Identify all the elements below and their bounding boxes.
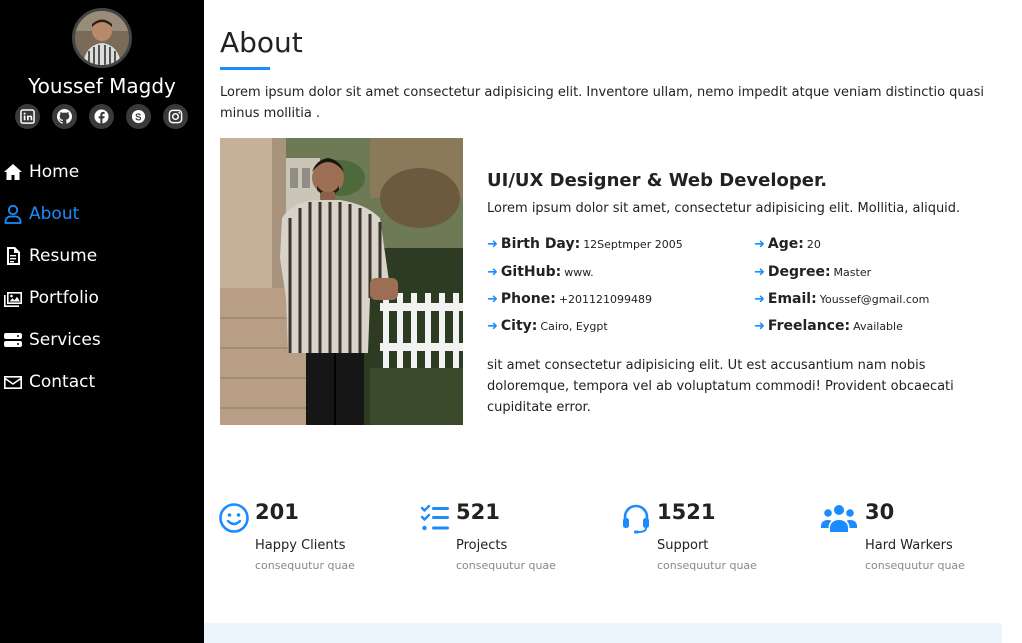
envelope-icon — [4, 376, 22, 389]
stat-label: Hard Warkers — [865, 538, 953, 553]
list-check-icon — [419, 502, 451, 534]
linkedin-icon[interactable] — [15, 104, 40, 129]
skype-icon[interactable] — [126, 104, 151, 129]
next-section-band — [204, 623, 1002, 643]
facebook-icon[interactable] — [89, 104, 114, 129]
github-icon[interactable] — [52, 104, 77, 129]
stat-number: 1521 — [657, 500, 716, 524]
chevron-right-icon: ➜ — [487, 292, 498, 307]
nav-item-services[interactable]: Services — [3, 319, 203, 361]
fact-label: Phone: — [500, 291, 556, 307]
stat-label: Happy Clients — [255, 538, 346, 553]
nav-item-resume[interactable]: Resume — [3, 235, 203, 277]
fact-value: Cairo, Eygpt — [540, 320, 608, 333]
fact-degree: ➜ Degree: Master — [754, 264, 871, 280]
sidebar: Youssef Magdy Home About Resume Portfoli… — [0, 0, 204, 643]
fact-value[interactable]: Youssef@gmail.com — [820, 293, 930, 306]
fact-label: GitHub: — [500, 264, 562, 280]
nav-item-about[interactable]: About — [3, 193, 203, 235]
nav-label: Home — [29, 162, 80, 182]
user-name: Youssef Magdy — [28, 74, 176, 98]
fact-label: Email: — [767, 291, 817, 307]
nav-label: Contact — [29, 372, 96, 392]
smile-icon — [218, 502, 250, 534]
stat-subtitle: consequutur quae — [456, 559, 556, 572]
fact-phone: ➜ Phone: +201121099489 — [487, 291, 652, 307]
fact-value: 20 — [806, 238, 821, 251]
about-section: About Lorem ipsum dolor sit amet consect… — [204, 0, 1022, 643]
chevron-right-icon: ➜ — [487, 319, 498, 334]
fact-freelance: ➜ Freelance: Available — [754, 318, 903, 334]
profile-photo — [220, 138, 463, 425]
chevron-right-icon: ➜ — [754, 292, 765, 307]
nav-item-home[interactable]: Home — [3, 151, 203, 193]
headset-icon — [620, 502, 652, 534]
fact-email: ➜ Email: Youssef@gmail.com — [754, 291, 929, 307]
nav-label: Resume — [29, 246, 98, 266]
fact-value: Available — [853, 320, 903, 333]
fact-value[interactable]: www. — [564, 266, 593, 279]
avatar — [72, 8, 132, 68]
stat-support: 1521 Support consequutur quae — [620, 498, 810, 588]
stat-number: 201 — [255, 500, 299, 524]
stat-hard-workers: 30 Hard Warkers consequutur quae — [821, 498, 1011, 588]
stat-happy-clients: 201 Happy Clients consequutur quae — [218, 498, 408, 588]
fact-age: ➜ Age: 20 — [754, 236, 821, 252]
fact-github: ➜ GitHub: www. — [487, 264, 594, 280]
chevron-right-icon: ➜ — [754, 319, 765, 334]
nav-item-portfolio[interactable]: Portfolio — [3, 277, 203, 319]
stat-number: 30 — [865, 500, 895, 524]
stats-row: 201 Happy Clients consequutur quae 521 P… — [218, 498, 1018, 588]
outro-text: sit amet consectetur adipisicing elit. U… — [487, 358, 954, 415]
nav-menu: Home About Resume Portfolio Services Con… — [3, 151, 203, 403]
stat-subtitle: consequutur quae — [865, 559, 965, 572]
server-icon — [4, 333, 22, 347]
stat-label: Support — [657, 538, 709, 553]
page-title: About — [220, 26, 303, 59]
fact-birthday: ➜ Birth Day: 12Septmper 2005 — [487, 236, 683, 252]
stat-subtitle: consequutur quae — [255, 559, 355, 572]
chevron-right-icon: ➜ — [487, 237, 498, 252]
title-underline — [220, 67, 270, 70]
chevron-right-icon: ➜ — [754, 265, 765, 280]
chevron-right-icon: ➜ — [754, 237, 765, 252]
fact-value: Master — [833, 266, 872, 279]
fact-value: +201121099489 — [558, 293, 653, 306]
social-links — [15, 104, 188, 129]
stat-subtitle: consequutur quae — [657, 559, 757, 572]
fact-label: Age: — [767, 236, 804, 252]
users-icon — [821, 502, 857, 534]
chevron-right-icon: ➜ — [487, 265, 498, 280]
fact-city: ➜ City: Cairo, Eygpt — [487, 318, 608, 334]
home-icon — [4, 164, 22, 180]
stat-number: 521 — [456, 500, 500, 524]
fact-label: Freelance: — [767, 318, 851, 334]
images-icon — [4, 292, 22, 307]
nav-label: Portfolio — [29, 288, 99, 308]
intro-text: Lorem ipsum dolor sit amet consectetur a… — [220, 85, 984, 121]
fact-value: 12Septmper 2005 — [583, 238, 683, 251]
role-title: UI/UX Designer & Web Developer. — [487, 170, 828, 191]
user-icon — [4, 204, 22, 224]
nav-item-contact[interactable]: Contact — [3, 361, 203, 403]
nav-label: About — [29, 204, 80, 224]
stat-label: Projects — [456, 538, 508, 553]
file-icon — [7, 247, 20, 265]
fact-label: City: — [500, 318, 538, 334]
role-description: Lorem ipsum dolor sit amet, consectetur … — [487, 201, 961, 216]
instagram-icon[interactable] — [163, 104, 188, 129]
nav-label: Services — [29, 330, 101, 350]
stat-projects: 521 Projects consequutur quae — [419, 498, 609, 588]
fact-label: Degree: — [767, 264, 831, 280]
fact-label: Birth Day: — [500, 236, 581, 252]
